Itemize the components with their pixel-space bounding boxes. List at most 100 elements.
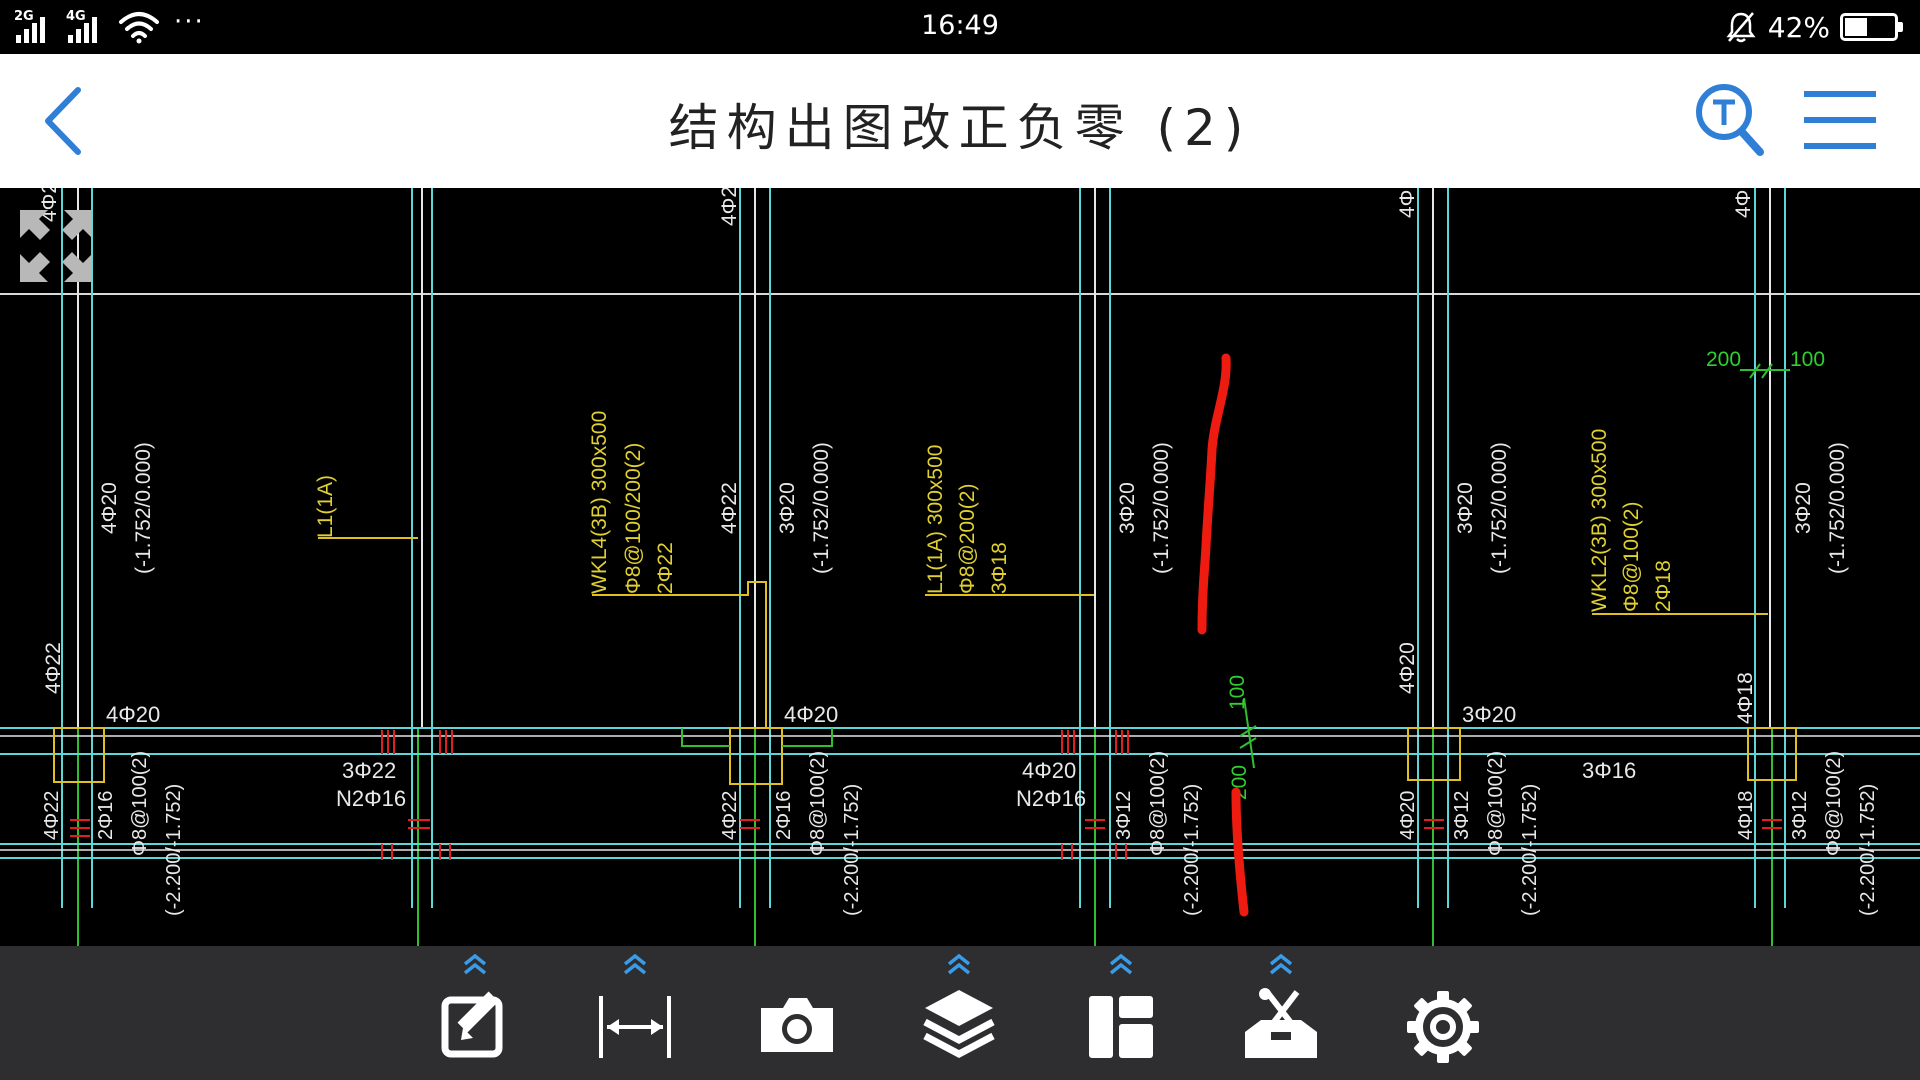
chevron-double-up-icon	[623, 953, 647, 975]
camera-icon	[761, 998, 833, 1052]
page-title: 结构出图改正负零 (2)	[668, 99, 1252, 157]
layout-icon	[1089, 996, 1153, 1058]
col-label-c5-elev: (-1.752/0.000)	[1826, 442, 1849, 574]
column-outline	[681, 728, 833, 747]
bar-label-span3-main: 3Φ16	[1582, 758, 1636, 783]
bottom-label-g3-c: Φ8@100(2)	[1147, 751, 1169, 856]
red-markup-strokes	[1197, 353, 1249, 917]
bottom-label-g1-d: (-2.200/-1.752)	[163, 784, 185, 916]
col-label-top-cut-4: 4Φ	[1732, 190, 1755, 218]
bar-label-b3: 3Φ20	[1462, 702, 1516, 727]
layers-tool-button[interactable]	[904, 946, 1014, 1080]
chevron-double-up-icon	[947, 953, 971, 975]
bottom-label-g1-a: 4Φ22	[41, 791, 63, 840]
dimension-200: 200	[1706, 348, 1741, 371]
layout-tool-button[interactable]	[1066, 946, 1176, 1080]
dimension-100-vertical: 100	[1226, 675, 1249, 710]
layers-icon	[923, 990, 995, 1058]
col-label-4018: 4Φ18	[1734, 672, 1757, 724]
col-label-4022-b: 4Φ22	[718, 482, 741, 534]
col-label-c5-top: 3Φ20	[1792, 482, 1815, 534]
col-label-4022-a: 4Φ22	[42, 642, 65, 694]
dimension-100: 100	[1790, 348, 1825, 371]
col-label-c2-top: 3Φ20	[776, 482, 799, 534]
annotate-tool-button[interactable]	[420, 946, 530, 1080]
dimension-labels: 200 100 100 200	[1226, 348, 1825, 800]
bar-label-span1-n: N2Φ16	[336, 786, 406, 811]
bottom-label-g2-a: 4Φ22	[719, 791, 741, 840]
battery-icon	[1840, 13, 1903, 41]
toolbox-icon	[1245, 988, 1317, 1058]
settings-icon	[1407, 991, 1479, 1063]
col-label-c2-elev: (-1.752/0.000)	[810, 442, 833, 574]
chevron-double-up-icon	[1269, 953, 1293, 975]
beam-lines	[0, 727, 1920, 859]
bar-label-span2-n: N2Φ16	[1016, 786, 1086, 811]
bottom-label-g4-d: (-2.200/-1.752)	[1519, 784, 1541, 916]
bottom-label-g5-d: (-2.200/-1.752)	[1857, 784, 1879, 916]
status-time: 16:49	[921, 10, 999, 41]
bottom-label-g1-b: 2Φ16	[95, 791, 117, 840]
bottom-label-g4-a: 4Φ20	[1397, 791, 1419, 840]
search-text-icon	[1696, 84, 1764, 156]
bottom-label-g2-d: (-2.200/-1.752)	[841, 784, 863, 916]
beam-label-wkl4-stirrup: Φ8@100/200(2)	[622, 443, 645, 594]
battery-percent: 42%	[1767, 10, 1830, 44]
bottom-label-g5-b: 3Φ12	[1789, 791, 1811, 840]
battery-fill	[1845, 18, 1867, 36]
annotate-icon	[441, 991, 503, 1058]
col-label-c1-top: 4Φ20	[98, 482, 121, 534]
beam-label-l1-left: L1(1A)	[314, 475, 337, 538]
settings-tool-button[interactable]	[1388, 946, 1498, 1080]
measure-icon	[599, 996, 671, 1058]
camera-tool-button[interactable]	[742, 946, 852, 1080]
col-label-c3-top: 3Φ20	[1116, 482, 1139, 534]
beam-label-l1-mid-stirrup: Φ8@200(2)	[956, 484, 979, 594]
bottom-label-g2-b: 2Φ16	[773, 791, 795, 840]
bell-muted-icon	[1726, 12, 1756, 43]
menu-button[interactable]	[1800, 84, 1880, 156]
beam-label-l1-mid: L1(1A) 300x500	[924, 445, 947, 594]
col-label-top-cut-2: 4Φ2	[718, 188, 741, 226]
app-header: 结构出图改正负零 (2)	[0, 54, 1920, 188]
beam-label-wkl2: WKL2(3B) 300x500	[1588, 429, 1611, 612]
bottom-label-g4-c: Φ8@100(2)	[1485, 751, 1507, 856]
green-axis-lines	[77, 728, 1773, 946]
bottom-label-g1-c: Φ8@100(2)	[129, 751, 151, 856]
bar-label-b1: 4Φ20	[106, 702, 160, 727]
col-label-c4-top: 3Φ20	[1454, 482, 1477, 534]
beam-label-wkl2-bars: 2Φ18	[1652, 560, 1675, 612]
beam-label-wkl2-stirrup: Φ8@100(2)	[1620, 502, 1643, 612]
chevron-double-up-icon	[463, 953, 487, 975]
bottom-label-g3-b: 3Φ12	[1113, 791, 1135, 840]
col-label-c1-elev: (-1.752/0.000)	[132, 442, 155, 574]
bottom-label-g3-d: (-2.200/-1.752)	[1181, 784, 1203, 916]
expand-arrows-icon	[20, 210, 92, 282]
chevron-double-up-icon	[1109, 953, 1133, 975]
bottom-label-g4-b: 3Φ12	[1451, 791, 1473, 840]
status-right: 42%	[1724, 8, 1903, 46]
cad-drawing-canvas[interactable]: L1(1A) WKL4(3B) 300x500 Φ8@100/200(2) 2Φ…	[0, 188, 1920, 946]
cad-drawing: L1(1A) WKL4(3B) 300x500 Φ8@100/200(2) 2Φ…	[0, 188, 1920, 946]
bottom-label-g5-c: Φ8@100(2)	[1823, 751, 1845, 856]
red-markup-stroke-upper	[1197, 353, 1231, 635]
toolbox-tool-button[interactable]	[1226, 946, 1336, 1080]
bottom-toolbar	[0, 946, 1920, 1080]
red-markup-stroke-lower	[1231, 787, 1249, 917]
col-label-c3-elev: (-1.752/0.000)	[1150, 442, 1173, 574]
bar-label-span1-main: 3Φ22	[342, 758, 396, 783]
beam-label-wkl4: WKL4(3B) 300x500	[588, 411, 611, 594]
hamburger-menu-icon	[1804, 91, 1876, 149]
beam-label-wkl4-bars: 2Φ22	[654, 542, 677, 594]
bar-label-b2: 4Φ20	[784, 702, 838, 727]
col-label-c4-elev: (-1.752/0.000)	[1488, 442, 1511, 574]
beam-label-l1-mid-bars: 3Φ18	[988, 542, 1011, 594]
status-bar: 2G 4G ··· 16:49 42%	[0, 0, 1920, 54]
fit-to-screen-button[interactable]	[14, 204, 98, 288]
bottom-label-g5-a: 4Φ18	[1735, 791, 1757, 840]
col-label-4020-right: 4Φ20	[1396, 642, 1419, 694]
measure-tool-button[interactable]	[580, 946, 690, 1080]
bar-label-span2-main: 4Φ20	[1022, 758, 1076, 783]
text-search-button[interactable]	[1692, 80, 1768, 160]
beam-callout-lines	[318, 537, 1768, 728]
